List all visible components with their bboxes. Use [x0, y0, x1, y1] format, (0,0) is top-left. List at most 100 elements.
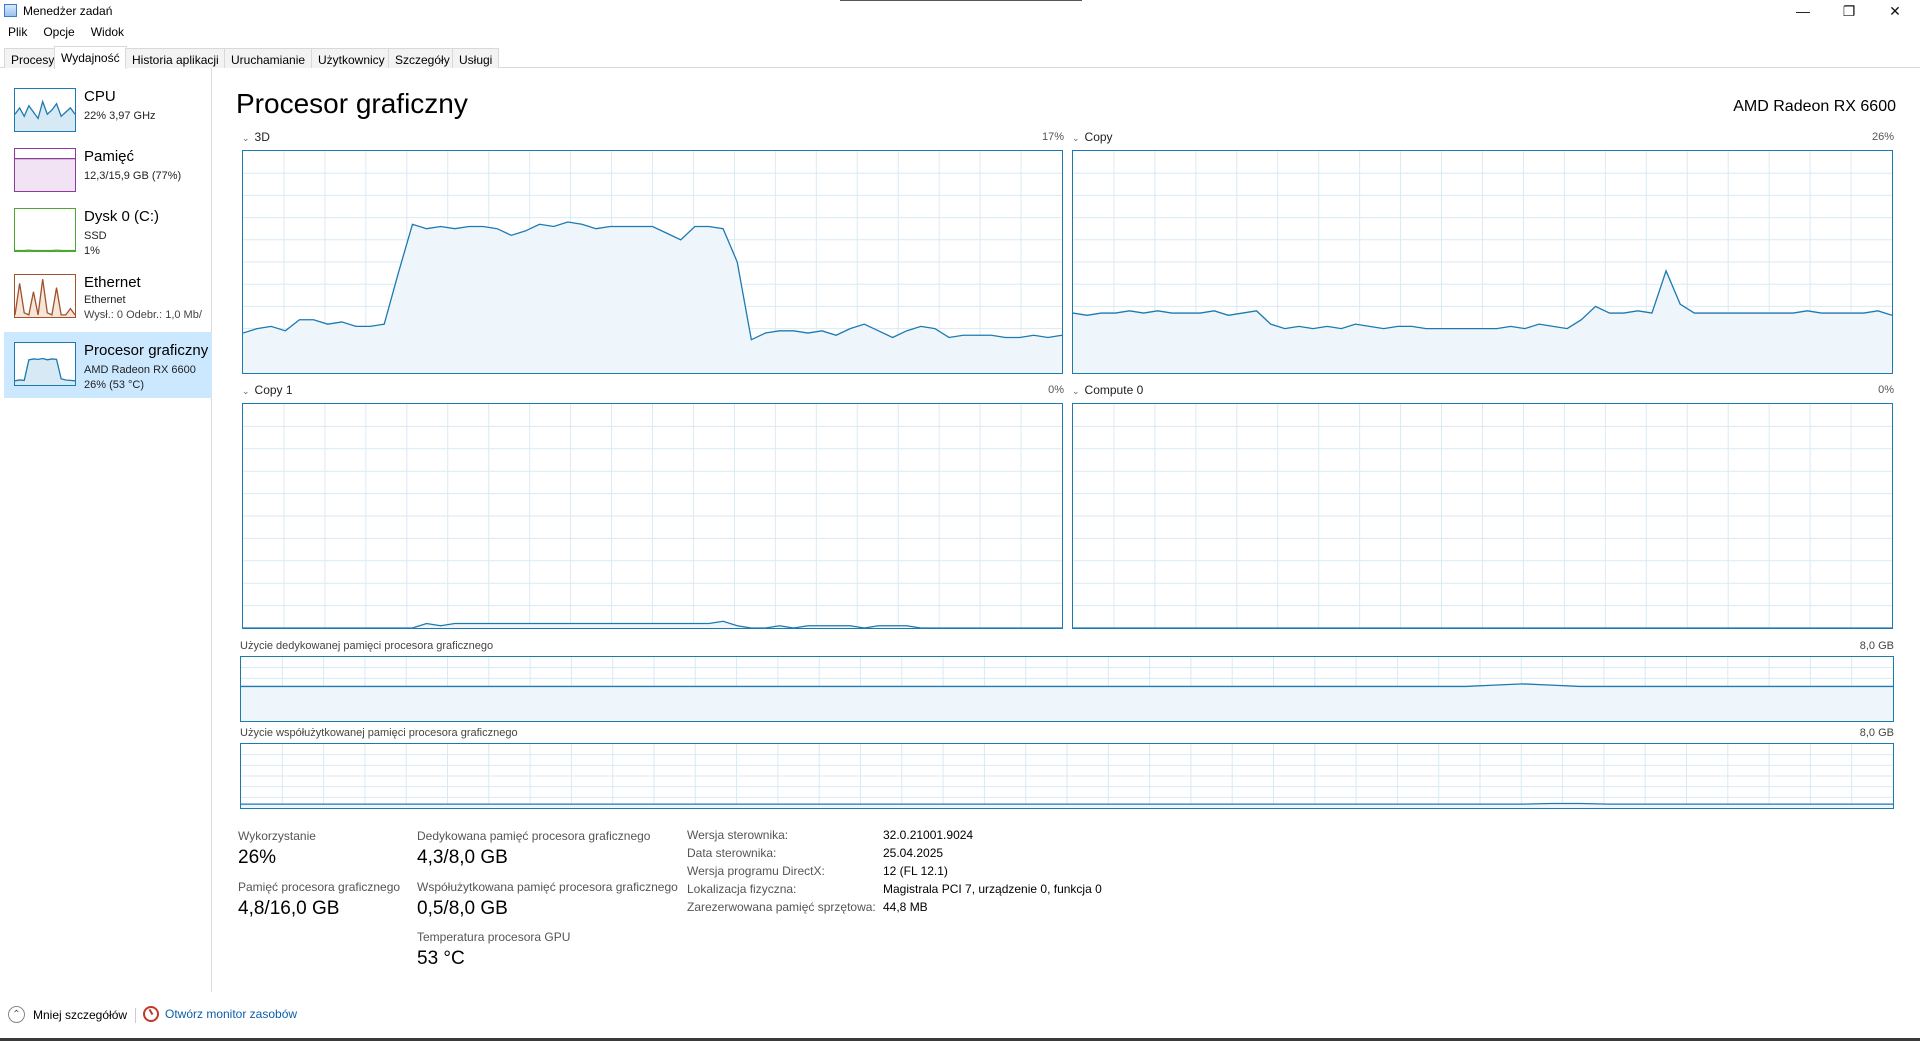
title-accent-line [840, 0, 1082, 1]
tab-bar: Procesy Wydajność Historia aplikacji Uru… [0, 46, 1920, 69]
engine-percent: 26% [1871, 131, 1894, 143]
shared-memory-max: 8,0 GB [1859, 727, 1894, 739]
graph-svg [1073, 404, 1892, 628]
close-button[interactable]: ✕ [1872, 0, 1918, 22]
engine-label: 3D [254, 130, 270, 144]
tab-historia-aplikacji[interactable]: Historia aplikacji [125, 48, 226, 68]
sidebar-item-name: Ethernet [84, 274, 141, 291]
sidebar-item-name: Dysk 0 (C:) [84, 208, 159, 225]
footer-bar: ⌃ Mniej szczegółów Otwórz monitor zasobó… [0, 1000, 1920, 1041]
tab-uruchamianie[interactable]: Uruchamianie [224, 48, 313, 68]
sidebar-item-detail-2: 26% (53 °C) [84, 379, 145, 391]
graph-svg [15, 249, 75, 251]
graph-svg [241, 657, 1893, 721]
sidebar-item-detail-2: Wysł.: 0 Odebr.: 1,0 Mb/ [84, 309, 202, 321]
footer-separator [135, 1008, 136, 1023]
sidebar-item-disk[interactable]: Dysk 0 (C:) SSD 1% [4, 198, 212, 264]
graph-svg [15, 158, 75, 191]
usage-line [241, 802, 1893, 805]
sidebar-item-detail: 12,3/15,9 GB (77%) [84, 170, 182, 182]
engine-graph-3d [242, 150, 1063, 374]
usage-area [15, 158, 75, 191]
sidebar-item-detail: 22% 3,97 GHz [84, 110, 156, 122]
engine-selector-copy-1[interactable]: ⌄ Copy 1 [242, 383, 293, 397]
tab-szczegoly[interactable]: Szczegóły [388, 48, 457, 68]
graph-svg [241, 744, 1893, 808]
menu-widok[interactable]: Widok [83, 22, 132, 42]
engine-label: Copy 1 [254, 383, 293, 397]
sidebar-item-detail-2: 1% [84, 245, 100, 257]
physical-location-label: Lokalizacja fizyczna: [687, 882, 797, 896]
dedicated-memory-label: Użycie dedykowanej pamięci procesora gra… [240, 640, 494, 652]
chevron-down-icon: ⌄ [1072, 133, 1080, 143]
reserved-memory-label: Zarezerwowana pamięć sprzętowa: [687, 900, 876, 914]
graph-svg [15, 99, 75, 131]
resource-monitor-label: Otwórz monitor zasobów [165, 1007, 298, 1021]
physical-location-value: Magistrala PCI 7, urządzenie 0, funkcja … [883, 882, 1102, 896]
engine-selector-compute-0[interactable]: ⌄ Compute 0 [1072, 383, 1143, 397]
resource-monitor-icon [143, 1006, 159, 1022]
sidebar-item-name: Pamięć [84, 148, 135, 165]
sidebar-item-name: Procesor graficzny 0 [84, 342, 212, 359]
sidebar-item-ethernet[interactable]: Ethernet Ethernet Wysł.: 0 Odebr.: 1,0 M… [4, 264, 212, 330]
sidebar-item-name: CPU [84, 88, 116, 105]
minimize-button[interactable]: — [1780, 0, 1826, 22]
gpu-model-name: AMD Radeon RX 6600 [1733, 98, 1896, 115]
engine-label: Compute 0 [1084, 383, 1144, 397]
title-bar: Menedżer zadań — ❐ ✕ [0, 0, 1920, 22]
ethernet-thumbnail-graph [14, 274, 76, 318]
usage-value: 26% [238, 847, 277, 868]
restore-button[interactable]: ❐ [1826, 0, 1872, 22]
dedicated-memory-stat-label: Dedykowana pamięć procesora graficznego [417, 829, 651, 843]
gpu-memory-value: 4,8/16,0 GB [238, 898, 340, 919]
gpu-temperature-value: 53 °C [417, 948, 465, 969]
engine-label: Copy [1084, 130, 1113, 144]
sidebar-item-memory[interactable]: Pamięć 12,3/15,9 GB (77%) [4, 138, 212, 204]
sidebar-item-cpu[interactable]: CPU 22% 3,97 GHz [4, 78, 212, 144]
directx-version-value: 12 (FL 12.1) [883, 864, 948, 878]
graph-svg [15, 357, 75, 385]
chevron-down-icon: ⌄ [242, 386, 250, 396]
task-manager-icon [4, 4, 17, 17]
driver-date-label: Data sterownika: [687, 846, 777, 860]
tab-uzytkownicy[interactable]: Użytkownicy [311, 48, 392, 68]
tab-procesy[interactable]: Procesy [4, 48, 62, 68]
graph-svg [243, 151, 1062, 373]
menu-opcje[interactable]: Opcje [35, 22, 82, 42]
fewer-details-label: Mniej szczegółów [33, 1007, 128, 1022]
window-title: Menedżer zadań [23, 4, 113, 18]
engine-percent: 0% [1048, 384, 1064, 396]
driver-version-value: 32.0.21001.9024 [883, 828, 974, 842]
cpu-thumbnail-graph [14, 88, 76, 132]
graph-svg [15, 279, 75, 317]
engine-graph-copy-1 [242, 403, 1063, 629]
graph-svg [1073, 151, 1892, 373]
memory-thumbnail-graph [14, 148, 76, 192]
driver-version-label: Wersja sterownika: [687, 828, 789, 842]
dedicated-memory-max: 8,0 GB [1859, 640, 1894, 652]
reserved-memory-value: 44,8 MB [883, 900, 928, 914]
disk-thumbnail-graph [14, 208, 76, 252]
sidebar-item-detail: AMD Radeon RX 6600 [84, 364, 196, 376]
menu-plik[interactable]: Plik [0, 22, 35, 42]
usage-area [15, 358, 75, 385]
shared-memory-graph [240, 743, 1894, 809]
fewer-details-button[interactable]: ⌃ Mniej szczegółów [8, 1006, 127, 1023]
engine-selector-copy[interactable]: ⌄ Copy [1072, 130, 1113, 144]
usage-label: Wykorzystanie [238, 829, 316, 843]
graph-svg [243, 404, 1062, 628]
page-title: Procesor graficzny [236, 88, 468, 119]
dedicated-memory-graph [240, 656, 1894, 722]
chevron-up-icon: ⌃ [8, 1006, 25, 1023]
engine-percent: 0% [1878, 384, 1894, 396]
tab-wydajnosc[interactable]: Wydajność [54, 46, 127, 69]
engine-selector-3d[interactable]: ⌄ 3D [242, 130, 270, 144]
gpu-memory-label: Pamięć procesora graficznego [238, 880, 401, 894]
open-resource-monitor-link[interactable]: Otwórz monitor zasobów [143, 1006, 297, 1022]
tab-uslugi[interactable]: Usługi [452, 48, 500, 68]
engine-percent: 17% [1041, 131, 1064, 143]
menu-bar: Plik Opcje Widok [0, 22, 132, 42]
sidebar-item-gpu[interactable]: Procesor graficzny 0 AMD Radeon RX 6600 … [4, 332, 212, 398]
dedicated-memory-stat-value: 4,3/8,0 GB [417, 847, 508, 868]
shared-memory-stat-label: Współużytkowana pamięć procesora graficz… [417, 880, 678, 894]
